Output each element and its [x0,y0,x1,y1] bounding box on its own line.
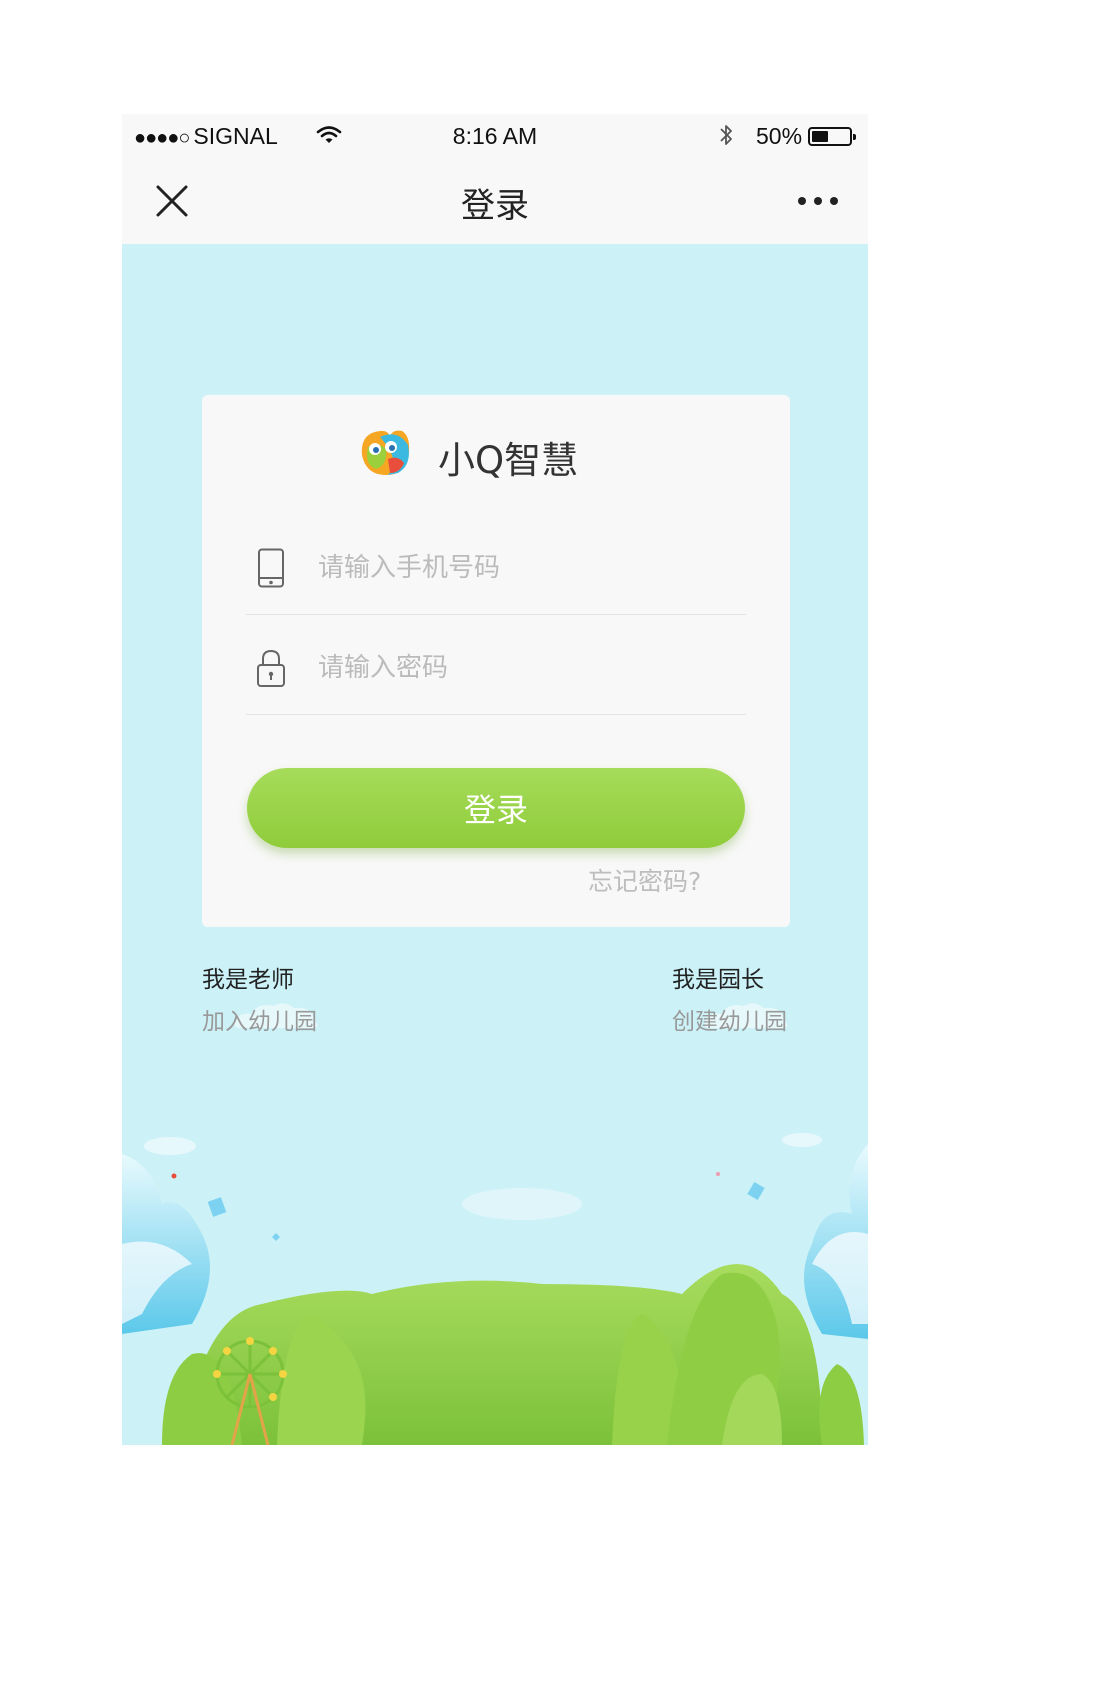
landscape-illustration [122,1133,868,1445]
login-card: 小Q智慧 登录 忘记密码? [202,395,790,927]
password-input[interactable] [318,648,718,688]
status-bar: ●●●●○ SIGNAL 8:16 AM 50% [122,114,868,158]
more-options-icon[interactable] [796,190,840,212]
owl-logo-icon [361,430,410,475]
page-title: 登录 [461,186,529,226]
role-director-subtitle: 创建幼儿园 [672,1009,787,1035]
bluetooth-icon [720,125,732,145]
mobile-phone-icon [258,548,284,588]
battery-level-fill [812,131,828,142]
brand-header: 小Q智慧 [202,425,790,485]
brand-name: 小Q智慧 [438,439,579,482]
battery-terminal [853,134,856,140]
login-button[interactable]: 登录 [247,768,745,848]
navigation-bar: 登录 [122,158,868,244]
lock-icon [257,649,285,687]
role-director-option[interactable]: 我是园长 创建幼儿园 [672,960,788,1036]
battery-icon [808,127,856,146]
role-teacher-title: 我是老师 [202,967,294,993]
phone-field [246,520,746,615]
battery-percentage: 50% [756,123,803,149]
app-screen: ●●●●○ SIGNAL 8:16 AM 50% 登录 小Q智慧 请输入手机号码… [122,114,868,1445]
password-field [246,620,746,715]
sky-clouds [144,1133,822,1220]
role-teacher-subtitle: 加入幼儿园 [202,1009,317,1035]
phone-input[interactable] [318,548,718,588]
forgot-password-link[interactable]: 忘记密码? [588,862,701,898]
role-teacher-option[interactable]: 我是老师 加入幼儿园 [202,960,318,1036]
role-director-title: 我是园长 [672,967,764,993]
